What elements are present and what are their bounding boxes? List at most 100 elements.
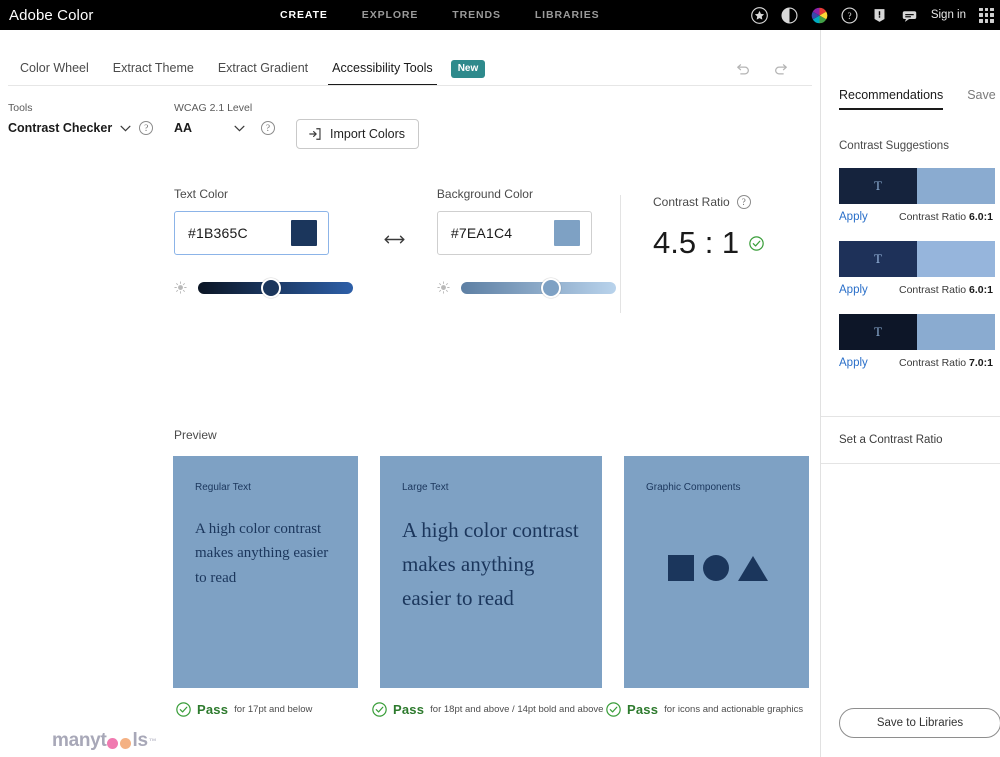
pass-label: Pass [627,702,659,717]
adobe-color-logo[interactable]: Adobe Color [9,7,94,24]
set-contrast-ratio-item[interactable]: Set a Contrast Ratio [821,416,1000,464]
app-grid-icon[interactable] [979,7,994,23]
watermark-text-2: t [100,730,107,751]
background-color-column: Background Color #7EA1C4 [436,187,616,298]
apply-suggestion-link[interactable]: Apply [839,284,899,296]
watermark-dot-1 [107,737,119,749]
nav-create[interactable]: CREATE [280,9,328,21]
text-color-slider-thumb[interactable] [260,277,281,298]
nav-trends[interactable]: TRENDS [452,9,501,21]
suggestion-foreground: T [839,314,917,350]
preview-card-regular-text: Regular Text A high color contrast makes… [173,456,358,688]
chat-icon[interactable] [901,7,918,24]
pass-detail: for icons and actionable graphics [664,704,804,715]
text-color-slider-row [174,277,353,298]
suggestions-list: T Apply Contrast Ratio 6.0:1 T Apply Con… [821,152,1000,369]
brightness-icon [174,281,187,294]
tab-divider [8,85,812,86]
tab-color-wheel[interactable]: Color Wheel [8,61,101,86]
primary-nav: CREATE EXPLORE TRENDS LIBRARIES [280,0,600,30]
wcag-help-icon[interactable]: ? [261,121,275,135]
save-to-libraries-button[interactable]: Save to Libraries [839,708,1000,738]
circle-shape-icon [702,555,729,581]
triangle-shape-icon [737,556,768,581]
contrast-ratio-panel: Contrast Ratio ? 4.5 : 1 [620,195,764,313]
apply-suggestion-link[interactable]: Apply [839,211,899,223]
contrast-suggestions-header: Contrast Suggestions [839,140,949,152]
background-color-slider-thumb[interactable] [540,277,561,298]
apply-suggestion-link[interactable]: Apply [839,357,899,369]
preview-card-graphic-components: Graphic Components [624,456,809,688]
suggestion-ratio-value: 6.0:1 [969,284,993,296]
tab-recommendations[interactable]: Recommendations [839,88,944,110]
text-color-swatch[interactable] [291,220,317,246]
suggestion-item: T Apply Contrast Ratio 6.0:1 [839,241,995,296]
chevron-down-icon[interactable] [120,125,131,132]
help-icon[interactable]: ? [841,6,858,24]
preview-shapes [646,555,789,581]
color-inputs-row: Text Color #1B365C Background Color #7EA… [0,187,820,313]
tab-extract-theme[interactable]: Extract Theme [101,61,206,86]
sign-in-link[interactable]: Sign in [931,9,966,21]
tab-accessibility-tools[interactable]: Accessibility Tools [320,61,445,86]
preview-cards: Regular Text A high color contrast makes… [173,456,809,688]
background-color-swatch[interactable] [553,220,580,246]
history-controls [734,63,790,78]
tools-value[interactable]: Contrast Checker [8,121,112,135]
undo-icon[interactable] [734,63,751,78]
contrast-icon[interactable] [781,6,798,24]
pass-label: Pass [393,702,425,717]
suggestion-ratio-value: 6.0:1 [969,211,993,223]
text-color-input[interactable]: #1B365C [174,211,329,255]
background-color-slider[interactable] [460,277,616,298]
pass-status-regular: Pass for 17pt and below [176,702,312,717]
background-color-input[interactable]: #7EA1C4 [436,211,592,255]
star-icon[interactable] [750,6,768,24]
main-content: Color Wheel Extract Theme Extract Gradie… [0,30,820,757]
preview-card-body: A high color contrast makes anything eas… [195,521,329,586]
sidebar-tab-bar: Recommendations Save [821,30,1000,110]
text-color-slider[interactable] [198,277,353,298]
wcag-selector-group: WCAG 2.1 Level AA ? [174,102,296,135]
swap-colors-button[interactable] [383,233,406,251]
pass-status-large: Pass for 18pt and above / 14pt bold and … [372,702,603,717]
preview-card-title: Graphic Components [646,482,741,493]
top-icon-group: ? Sign in [750,0,994,30]
chevron-down-icon[interactable] [234,125,245,132]
suggestion-background [917,168,995,204]
color-wheel-icon[interactable] [811,7,828,24]
import-colors-button[interactable]: Import Colors [296,119,420,149]
suggestion-ratio-label: Contrast Ratio [899,211,967,223]
svg-text:?: ? [847,11,851,21]
wcag-value[interactable]: AA [174,121,226,135]
background-color-slider-row [437,277,616,298]
tool-tab-bar: Color Wheel Extract Theme Extract Gradie… [0,30,820,86]
text-color-label: Text Color [174,187,229,201]
pass-detail: for 17pt and below [234,704,313,715]
pass-status-graphics: Pass for icons and actionable graphics [606,702,803,717]
tools-selector-group: Tools Contrast Checker ? [8,102,174,135]
suggestion-ratio-label: Contrast Ratio [899,284,967,296]
nav-libraries[interactable]: LIBRARIES [535,9,600,21]
top-navigation-bar: Adobe Color CREATE EXPLORE TRENDS LIBRAR… [0,0,1000,30]
redo-icon[interactable] [773,63,790,78]
tab-extract-gradient[interactable]: Extract Gradient [206,61,320,86]
nav-explore[interactable]: EXPLORE [362,9,418,21]
manytools-watermark: many t ls ™ [52,730,157,752]
suggestion-ratio-value: 7.0:1 [969,357,993,369]
background-color-label: Background Color [436,187,533,201]
watermark-tm: ™ [148,736,157,746]
suggestion-swatch[interactable]: T [839,314,995,350]
contrast-ratio-value: 4.5 : 1 [653,225,740,260]
suggestion-background [917,314,995,350]
suggestion-swatch[interactable]: T [839,241,995,277]
suggestion-swatch[interactable]: T [839,168,995,204]
tab-save[interactable]: Save [967,88,996,110]
pass-label: Pass [197,702,229,717]
feedback-icon[interactable] [871,7,888,24]
tools-label: Tools [8,102,33,114]
tools-help-icon[interactable]: ? [139,121,154,135]
pass-check-icon [176,702,191,717]
contrast-ratio-help-icon[interactable]: ? [736,195,751,209]
pass-check-icon [606,702,621,717]
